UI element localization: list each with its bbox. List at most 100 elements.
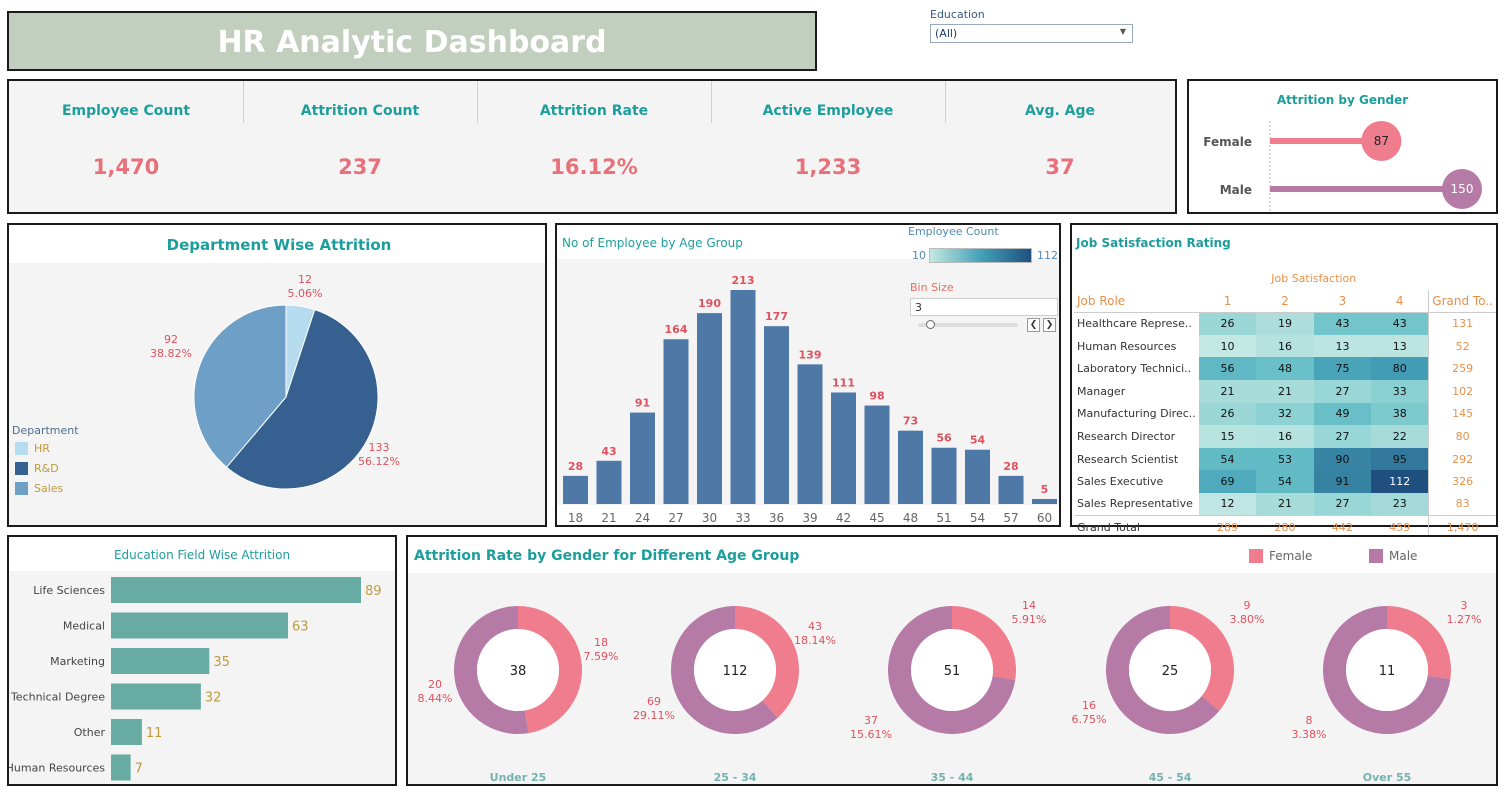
female-count-label: 43 [808, 620, 822, 633]
bar[interactable] [111, 648, 210, 674]
legend-title: Department [12, 424, 79, 437]
x-tick-label: 30 [702, 511, 717, 525]
donut-total-label: 25 [1162, 664, 1179, 679]
table-row: Sales Representative 12 21 27 23 83 [1074, 492, 1496, 516]
heatmap-cell[interactable]: 21 [1198, 379, 1257, 403]
legend-label: R&D [34, 462, 59, 475]
bar-value-label: 111 [832, 376, 855, 389]
heatmap-cell[interactable]: 27 [1313, 379, 1372, 403]
heatmap-cell[interactable]: 75 [1313, 357, 1372, 380]
column-header: 3 [1338, 293, 1347, 308]
bar[interactable] [764, 326, 789, 504]
female-pct-label: 7.59% [584, 650, 619, 663]
heatmap-cell[interactable]: 90 [1313, 447, 1372, 471]
heatmap-cell[interactable]: 53 [1256, 447, 1314, 471]
heatmap-cell[interactable]: 26 [1198, 402, 1257, 426]
heatmap-cell[interactable]: 21 [1256, 379, 1314, 403]
bar-value-label: 63 [292, 620, 309, 635]
bar[interactable] [563, 475, 588, 504]
bar[interactable] [831, 392, 856, 504]
row-total: 80 [1428, 425, 1496, 448]
heatmap-cell[interactable]: 13 [1313, 334, 1372, 358]
heatmap-cell[interactable]: 43 [1313, 312, 1372, 335]
education-filter-select[interactable]: (All) ▼ [930, 24, 1133, 43]
bar[interactable] [898, 430, 923, 504]
table-row: Healthcare Represe.. 26 19 43 43 131 [1074, 312, 1496, 335]
heatmap-cell[interactable]: 43 [1371, 312, 1429, 335]
bar[interactable] [998, 475, 1024, 504]
blank-cell [1074, 267, 1199, 290]
age-group-panel: No of Employee by Age Group Employee Cou… [555, 223, 1061, 527]
legend-swatch [15, 442, 28, 455]
row-total: 102 [1428, 379, 1496, 403]
heatmap-cell[interactable]: 12 [1198, 492, 1257, 516]
heatmap-cell[interactable]: 56 [1198, 357, 1257, 380]
female-pct-label: 18.14% [794, 634, 836, 647]
female-pct-label: 5.91% [1012, 613, 1047, 626]
heatmap-cell[interactable]: 13 [1371, 334, 1429, 358]
bar[interactable] [596, 460, 622, 504]
heatmap-cell[interactable]: 27 [1313, 425, 1372, 448]
heatmap-cell[interactable]: 26 [1198, 312, 1257, 335]
bar[interactable] [1032, 498, 1057, 504]
heatmap-cell[interactable]: 91 [1313, 470, 1372, 493]
x-tick-label: 27 [668, 511, 683, 525]
column-group-header: Job Satisfaction [1271, 271, 1357, 285]
bar[interactable] [797, 364, 823, 504]
legend-label: Sales [34, 482, 64, 495]
bar[interactable] [697, 313, 722, 504]
heatmap-cell[interactable]: 27 [1313, 492, 1372, 516]
job-role-label: Sales Executive [1077, 475, 1164, 489]
bar[interactable] [864, 405, 890, 504]
legend-item-hr[interactable]: HR [15, 442, 50, 455]
heatmap-cell[interactable]: 22 [1371, 425, 1429, 448]
job-role-label: Sales Representative [1077, 497, 1193, 511]
chevron-down-icon: ▼ [1119, 27, 1126, 36]
lollipop-stem [1270, 186, 1462, 192]
heatmap-cell[interactable]: 10 [1198, 334, 1257, 358]
job-satisfaction-rows: Healthcare Represe.. 26 19 43 43 131 Human Res… [1074, 312, 1496, 516]
bar[interactable] [111, 612, 288, 639]
heatmap-cell[interactable]: 69 [1198, 470, 1257, 493]
heatmap-cell[interactable]: 19 [1256, 312, 1314, 335]
bar[interactable] [111, 754, 131, 781]
x-tick-label: 42 [836, 511, 851, 525]
male-pct-label: 15.61% [850, 728, 892, 741]
heatmap-cell[interactable]: 21 [1256, 492, 1314, 516]
bar-value-label: 213 [732, 274, 755, 287]
heatmap-cell[interactable]: 15 [1198, 425, 1257, 448]
bar[interactable] [630, 412, 655, 504]
bar[interactable] [663, 339, 689, 504]
heatmap-cell[interactable]: 16 [1256, 334, 1314, 358]
heatmap-cell[interactable]: 80 [1371, 357, 1429, 380]
age-group-label: Over 55 [1363, 771, 1412, 784]
education-filter-value: (All) [935, 27, 958, 40]
heatmap-cell[interactable]: 16 [1256, 425, 1314, 448]
heatmap-cell[interactable]: 33 [1371, 379, 1429, 403]
bar[interactable] [111, 683, 201, 710]
heatmap-cell[interactable]: 54 [1198, 447, 1257, 471]
heatmap-cell[interactable]: 95 [1371, 447, 1429, 471]
kpi-attrition-count: Attrition Count 237 [243, 81, 477, 212]
heatmap-cell[interactable]: 32 [1256, 402, 1314, 426]
bar[interactable] [730, 290, 756, 504]
heatmap-cell[interactable]: 23 [1371, 492, 1429, 516]
table-row: Manager 21 21 27 33 102 [1074, 379, 1496, 403]
x-tick-label: 60 [1037, 511, 1052, 525]
bar[interactable] [111, 719, 142, 745]
donut-total-label: 112 [723, 664, 748, 679]
heatmap-cell[interactable]: 112 [1371, 470, 1429, 493]
heatmap-cell[interactable]: 48 [1256, 357, 1314, 380]
bar[interactable] [111, 577, 361, 603]
heatmap-cell[interactable]: 49 [1313, 402, 1372, 426]
heatmap-cell[interactable]: 38 [1371, 402, 1429, 426]
bar[interactable] [931, 447, 957, 504]
legend-item-rd[interactable]: R&D [15, 462, 59, 475]
kpi-label: Attrition Count [300, 103, 420, 119]
bar[interactable] [965, 449, 990, 504]
legend-item-sales[interactable]: Sales [15, 482, 63, 495]
grand-total-header: Grand To.. [1428, 289, 1496, 313]
age-group-label: 35 - 44 [931, 771, 974, 784]
category-label: Human Resources [9, 762, 105, 775]
heatmap-cell[interactable]: 54 [1256, 470, 1314, 493]
